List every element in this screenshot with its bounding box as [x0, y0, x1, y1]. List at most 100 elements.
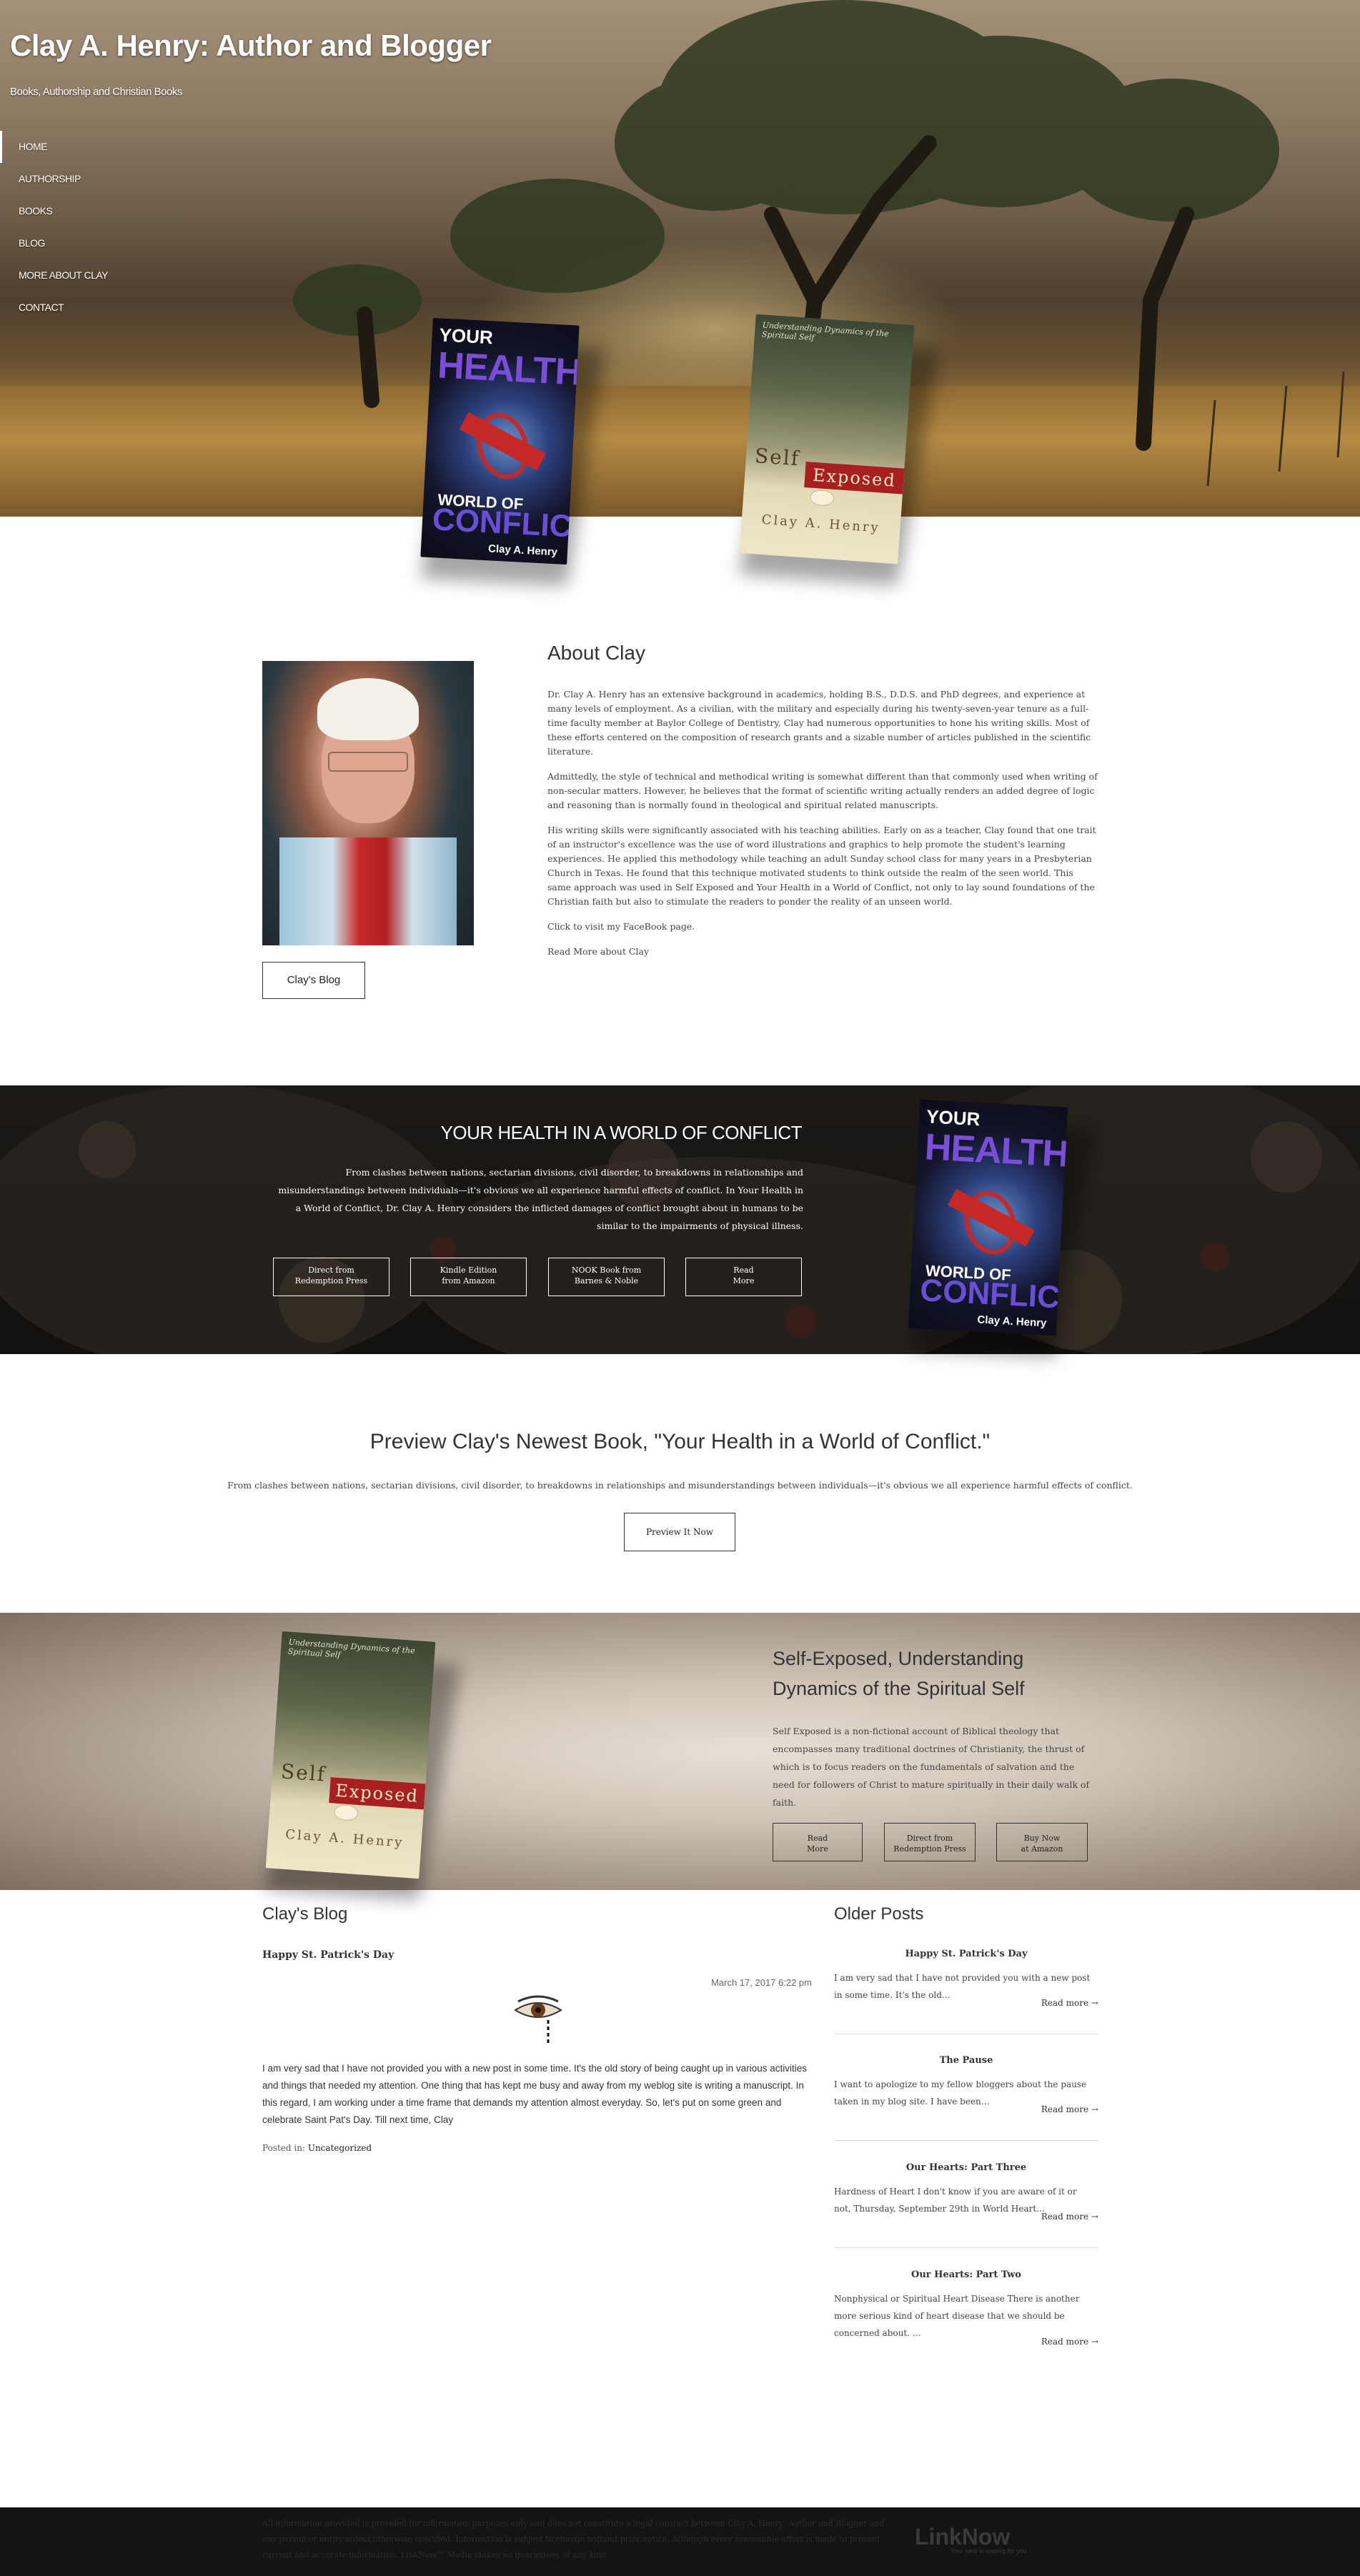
older-post-title[interactable]: The Pause: [834, 2055, 1098, 2066]
tree-silhouette-image: [293, 0, 1345, 487]
hero-banner: Clay A. Henry: Author and Blogger Books,…: [0, 0, 1360, 517]
linknow-logo[interactable]: LinkNow Your web is waiting for you: [915, 2524, 1027, 2555]
preview-heading: Preview Clay's Newest Book, "Your Health…: [369, 1430, 991, 1453]
book-subtitle: Understanding Dynamics of the Spiritual …: [287, 1637, 416, 1660]
nav-item-more-about-clay[interactable]: MORE ABOUT CLAY: [0, 259, 114, 292]
redemption-press-button[interactable]: Direct from Redemption Press: [273, 1258, 389, 1296]
facebook-link[interactable]: Click to visit my FaceBook page.: [547, 920, 1098, 934]
author-photo: [262, 661, 474, 945]
button-line2: More: [733, 1276, 755, 1285]
post-body: I am very sad that I have not provided y…: [262, 2063, 807, 2125]
read-more-link[interactable]: Read more →: [1041, 2337, 1098, 2347]
book-cover-art: YOUR HEALTH WORLD OF CONFLICT Clay A. He…: [420, 317, 580, 565]
photo-hair: [317, 677, 420, 741]
self-read-more-button[interactable]: Read More: [773, 1823, 863, 1861]
book-title-line2: HEALTH: [436, 344, 580, 394]
footer-disclaimer: All information provided is provided for…: [262, 2519, 885, 2560]
kindle-button[interactable]: Kindle Edition from Amazon: [410, 1258, 527, 1296]
about-heading: About Clay: [547, 642, 645, 664]
book-title-word1: Self: [754, 443, 801, 471]
nav-item-contact[interactable]: CONTACT: [0, 292, 114, 324]
book-seal: [333, 1804, 359, 1821]
older-post-title[interactable]: Happy St. Patrick's Day: [834, 1949, 1098, 1959]
read-more-link[interactable]: Read more →: [1041, 2104, 1098, 2114]
read-more-about-link[interactable]: Read More about Clay: [547, 945, 1098, 959]
nav-item-authorship[interactable]: AUTHORSHIP: [0, 163, 114, 195]
button-line2: Barnes & Noble: [574, 1276, 639, 1285]
health-heading: YOUR HEALTH IN A WORLD OF CONFLICT: [440, 1122, 803, 1143]
button-line2: Redemption Press: [893, 1844, 966, 1854]
self-amazon-button[interactable]: Buy Now at Amazon: [996, 1823, 1088, 1861]
preview-text: From clashes between nations, sectarian …: [227, 1480, 1133, 1491]
clays-blog-button[interactable]: Clay's Blog: [262, 962, 365, 999]
book-cover-health[interactable]: YOUR HEALTH WORLD OF CONFLICT Clay A. He…: [420, 317, 605, 587]
older-post-item: Our Hearts: Part Three Hardness of Heart…: [834, 2162, 1098, 2248]
post-title[interactable]: Happy St. Patrick's Day: [262, 1949, 394, 1961]
book-author: Clay A. Henry: [487, 542, 558, 559]
button-line1: NOOK Book from: [571, 1265, 642, 1275]
preview-now-button[interactable]: Preview It Now: [624, 1513, 735, 1551]
nav-item-home[interactable]: HOME: [0, 131, 114, 163]
self-exposed-text: Self Exposed is a non-fictional account …: [773, 1726, 1090, 1808]
book-cover-art: YOUR HEALTH WORLD OF CONFLICT Clay A. He…: [908, 1099, 1068, 1336]
health-text: From clashes between nations, sectarian …: [278, 1167, 803, 1231]
older-post-excerpt: Nonphysical or Spiritual Heart Disease T…: [834, 2294, 1080, 2338]
about-text: Dr. Clay A. Henry has an extensive backg…: [547, 687, 1098, 970]
book-title-line2: HEALTH: [923, 1126, 1068, 1175]
self-exposed-heading: Self-Exposed, Understanding Dynamics of …: [773, 1648, 1025, 1699]
button-line1: Direct from: [906, 1834, 953, 1843]
book-author: Clay A. Henry: [284, 1826, 404, 1851]
self-exposed-section: [0, 1613, 1360, 1890]
older-posts-heading: Older Posts: [834, 1904, 924, 1924]
older-post-item: Our Hearts: Part Two Nonphysical or Spir…: [834, 2269, 1098, 2355]
button-line2: More: [807, 1844, 828, 1854]
about-paragraph: His writing skills were significantly as…: [547, 825, 1096, 907]
button-line1: Read: [733, 1265, 754, 1275]
photo-glasses: [327, 752, 409, 772]
book-author: Clay A. Henry: [761, 512, 881, 536]
book-title-word1: Self: [280, 1759, 327, 1786]
book-cover-art: Understanding Dynamics of the Spiritual …: [265, 1631, 436, 1879]
book-cover-self-exposed[interactable]: Understanding Dynamics of the Spiritual …: [739, 314, 940, 586]
nav-item-blog[interactable]: BLOG: [0, 227, 114, 259]
linknow-logo-text: LinkNow: [915, 2524, 1011, 2550]
older-post-item: Happy St. Patrick's Day I am very sad th…: [834, 1949, 1098, 2034]
older-post-item: The Pause I want to apologize to my fell…: [834, 2055, 1098, 2141]
read-more-link[interactable]: Read more →: [1041, 2212, 1098, 2222]
button-line1: Buy Now: [1023, 1834, 1061, 1843]
self-redemption-press-button[interactable]: Direct from Redemption Press: [884, 1823, 976, 1861]
eye-tear-icon: [514, 1995, 562, 2046]
category-link[interactable]: Uncategorized: [308, 2143, 372, 2153]
button-line2: Redemption Press: [294, 1276, 368, 1285]
photo-shirt: [279, 837, 457, 945]
book-cover-self-exposed[interactable]: Understanding Dynamics of the Spiritual …: [265, 1631, 461, 1901]
button-line1: Direct from: [308, 1265, 354, 1275]
about-paragraph: Dr. Clay A. Henry has an extensive backg…: [547, 689, 1091, 757]
button-line2: from Amazon: [442, 1276, 495, 1285]
book-subtitle: Understanding Dynamics of the Spiritual …: [761, 320, 890, 343]
linknow-logo-tagline: Your web is waiting for you: [950, 2547, 1027, 2555]
book-title-line4: CONFLICT: [431, 502, 580, 545]
site-title[interactable]: Clay A. Henry: Author and Blogger: [10, 29, 492, 63]
button-line1: Read: [807, 1834, 828, 1843]
button-line2: at Amazon: [1021, 1844, 1063, 1854]
older-post-title[interactable]: Our Hearts: Part Two: [834, 2269, 1098, 2280]
about-paragraph: Admittedly, the style of technical and m…: [547, 771, 1098, 810]
book-cover-health[interactable]: YOUR HEALTH WORLD OF CONFLICT Clay A. He…: [908, 1099, 1093, 1358]
book-title-line4: CONFLICT: [919, 1273, 1068, 1316]
nook-button[interactable]: NOOK Book from Barnes & Noble: [548, 1258, 665, 1296]
post-meta: Posted in: Uncategorized: [262, 2143, 372, 2153]
book-author: Clay A. Henry: [977, 1313, 1047, 1330]
nav-item-books[interactable]: BOOKS: [0, 195, 114, 227]
book-seal: [809, 489, 835, 507]
post-date: March 17, 2017 6:22 pm: [711, 1977, 812, 1988]
posted-in-label: Posted in:: [262, 2143, 305, 2153]
site-tagline: Books, Authorship and Christian Books: [10, 86, 182, 98]
blog-heading: Clay's Blog: [262, 1904, 348, 1924]
older-post-title[interactable]: Our Hearts: Part Three: [834, 2162, 1098, 2173]
read-more-button[interactable]: Read More: [685, 1258, 802, 1296]
main-nav: HOME AUTHORSHIP BOOKS BLOG MORE ABOUT CL…: [0, 131, 114, 324]
read-more-link[interactable]: Read more →: [1041, 1998, 1098, 2008]
book-cover-art: Understanding Dynamics of the Spiritual …: [739, 314, 915, 565]
button-line1: Kindle Edition: [440, 1265, 497, 1275]
